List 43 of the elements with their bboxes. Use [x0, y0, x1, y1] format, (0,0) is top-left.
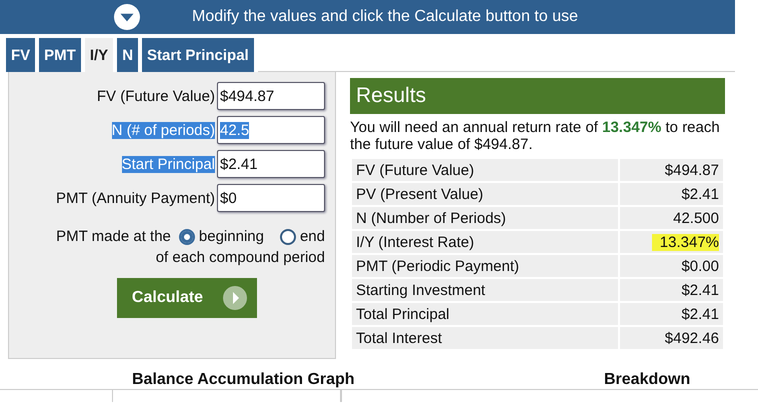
field-label: Start Principal [122, 156, 215, 172]
calculator-tab[interactable]: N [117, 38, 138, 72]
field-label: PMT (Annuity Payment) [56, 190, 215, 206]
radio-label[interactable]: beginning [198, 228, 264, 245]
table-cell: 42.500 [620, 207, 723, 229]
table-cell: $2.41 [620, 279, 723, 301]
radio-label[interactable]: end [300, 228, 325, 245]
radio-button[interactable] [178, 228, 195, 244]
table-cell: $492.46 [620, 327, 723, 349]
input-field[interactable]: $0 [217, 184, 325, 212]
calculator-tab[interactable]: PMT [39, 38, 81, 72]
input-field[interactable]: $494.87 [217, 82, 325, 110]
table-cell: FV (Future Value) [352, 159, 618, 181]
table-cell: Total Interest [352, 327, 618, 349]
timing-label: PMT made at the [56, 228, 171, 245]
banner-text: Modify the values and click the Calculate button to use [192, 8, 578, 26]
table-cell: $2.41 [620, 183, 723, 205]
calculate-button[interactable]: Calculate [116, 278, 258, 318]
timing-suffix: of each compound period [156, 249, 325, 266]
table-cell: Starting Investment [352, 279, 618, 301]
field-label: FV (Future Value) [96, 88, 215, 104]
table-cell: N (Number of Periods) [352, 207, 618, 229]
table-cell: I/Y (Interest Rate) [352, 231, 618, 253]
calculator-tab[interactable]: FV [6, 38, 36, 72]
calculator-tab[interactable]: Start Principal [142, 38, 254, 72]
table-cell: 13.347% [620, 231, 723, 253]
table-cell: PV (Present Value) [352, 183, 618, 205]
table-cell: Total Principal [352, 303, 618, 325]
calculator-tab[interactable]: I/Y [84, 38, 114, 72]
collapse-icon[interactable] [114, 4, 140, 30]
input-field[interactable]: $2.41 [217, 150, 325, 178]
table-cell: $2.41 [620, 303, 723, 325]
table-cell: PMT (Periodic Payment) [352, 255, 618, 277]
field-label: N (# of periods) [112, 122, 215, 138]
input-field[interactable]: 42.5 [217, 116, 325, 144]
table-cell: $0.00 [620, 255, 723, 277]
section-heading: Balance Accumulation Graph [132, 371, 355, 389]
results-summary: You will need an annual return rate of 13.347% to reach the future value of $494.87. [350, 120, 721, 153]
section-heading: Breakdown [604, 371, 690, 389]
results-header: Results [350, 78, 725, 114]
play-icon [223, 286, 248, 310]
table-cell: $494.87 [620, 159, 723, 181]
radio-button[interactable] [280, 228, 296, 244]
